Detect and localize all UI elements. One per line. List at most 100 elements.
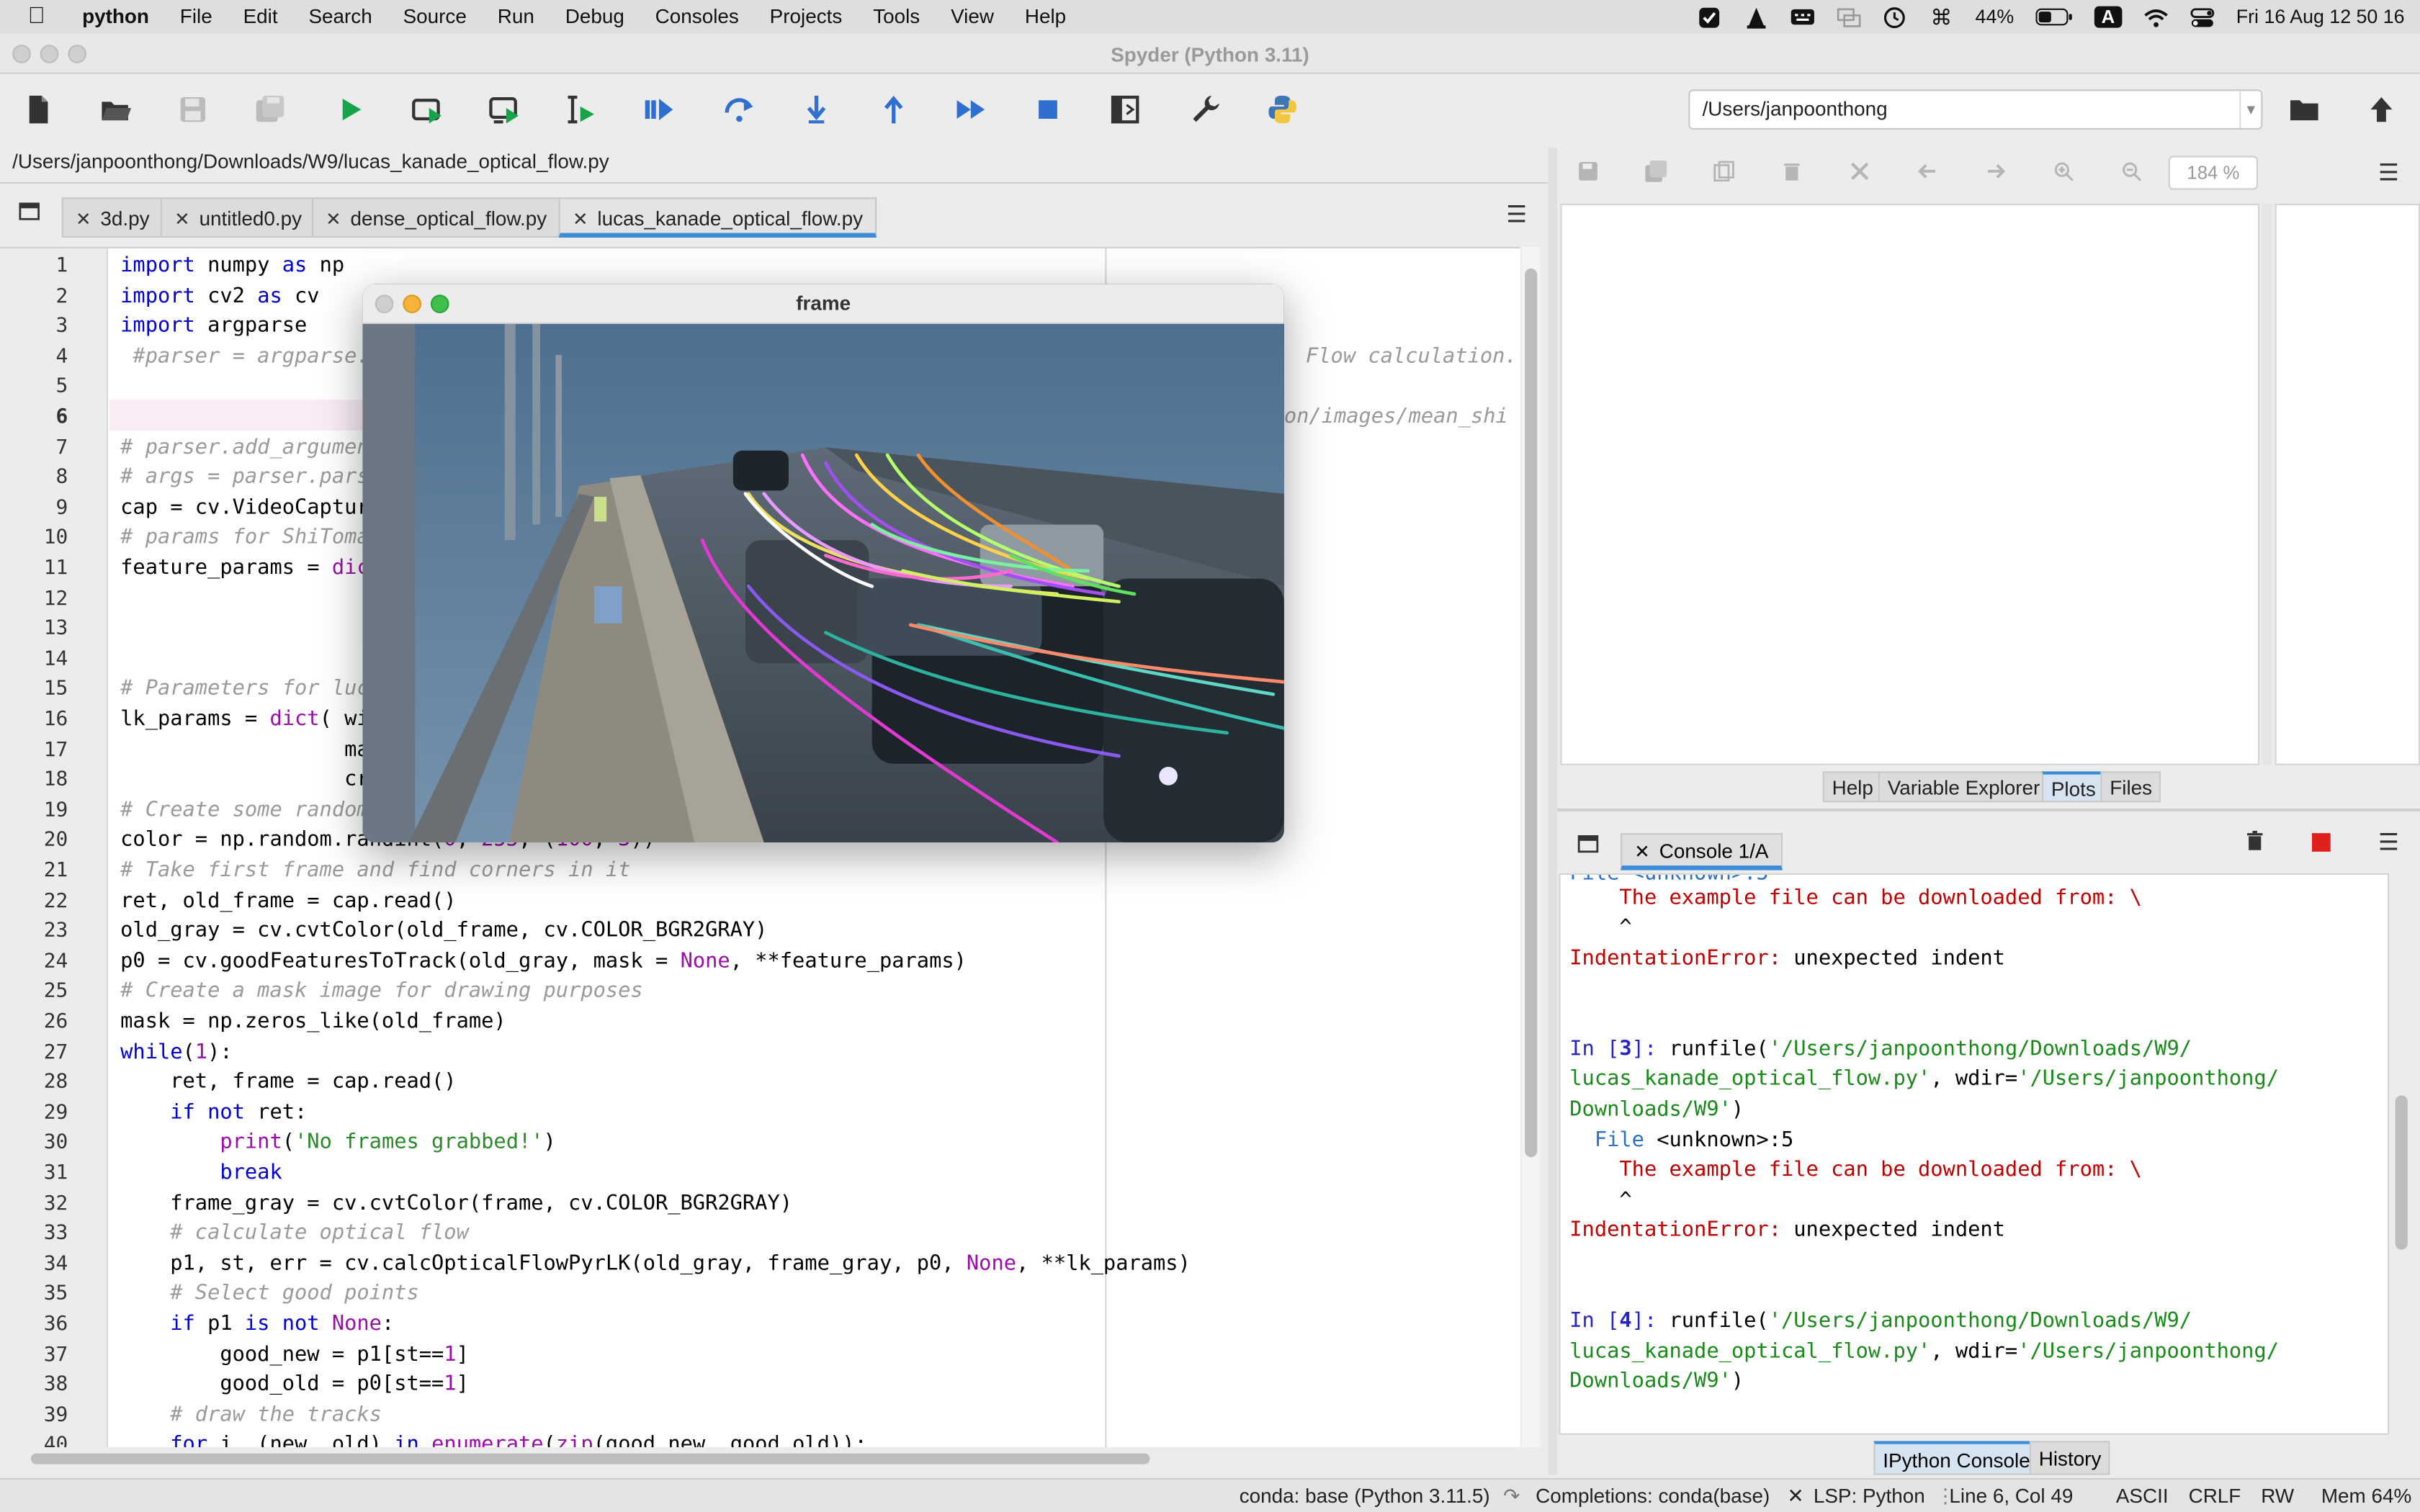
close-tab-icon[interactable]: ✕ [76, 208, 91, 230]
menu-consoles[interactable]: Consoles [640, 0, 754, 34]
menu-search[interactable]: Search [293, 0, 387, 34]
copy-plot-icon[interactable] [1713, 161, 1735, 182]
menu-edit[interactable]: Edit [228, 0, 293, 34]
line-number: 24 [43, 950, 68, 974]
apple-menu-icon[interactable]:  [0, 0, 67, 34]
completions-status[interactable]: Completions: conda(base) [1536, 1484, 1770, 1507]
screen-mirroring-icon[interactable] [1837, 6, 1861, 28]
tab-3d-py[interactable]: ✕ 3d.py [61, 197, 163, 238]
tab-files[interactable]: Files [2100, 771, 2161, 803]
console-options-menu-icon[interactable]: ☰ [2378, 829, 2399, 856]
previous-plot-arrow-icon[interactable] [1917, 161, 1938, 182]
editor-options-menu-icon[interactable]: ☰ [1506, 201, 1527, 228]
splitter-handle[interactable] [1548, 148, 1558, 1475]
divider [0, 181, 1549, 184]
keyboard-icon[interactable] [1790, 6, 1814, 28]
scrollbar-thumb[interactable] [30, 1453, 1150, 1464]
debug-step-return-icon[interactable] [874, 89, 914, 130]
python-path-manager-icon[interactable] [1263, 89, 1303, 130]
tab-dense-optical-flow-py[interactable]: ✕ dense_optical_flow.py [311, 197, 561, 238]
tab-history[interactable]: History [2029, 1441, 2111, 1475]
preferences-wrench-icon[interactable] [1186, 89, 1226, 130]
lsp-status[interactable]: LSP: Python [1814, 1484, 1925, 1507]
frame-zoom-button[interactable] [430, 294, 449, 313]
debug-step-over-icon[interactable] [720, 89, 760, 130]
command-key-icon[interactable]: ⌘ [1929, 4, 1953, 28]
interrupt-kernel-stop-icon[interactable] [2312, 833, 2331, 852]
frame-close-button[interactable] [375, 294, 394, 313]
scrollbar-thumb[interactable] [2395, 1095, 2408, 1250]
menu-source[interactable]: Source [387, 0, 482, 34]
menu-projects[interactable]: Projects [754, 0, 858, 34]
editor-horizontal-scrollbar[interactable] [12, 1449, 1540, 1467]
time-machine-icon[interactable] [1883, 6, 1907, 28]
maximize-pane-icon[interactable] [1105, 89, 1145, 130]
control-center-icon[interactable] [2190, 6, 2215, 28]
new-file-icon[interactable] [19, 89, 59, 130]
next-plot-arrow-icon[interactable] [1985, 161, 2007, 182]
menu-run[interactable]: Run [482, 0, 550, 34]
plots-options-menu-icon[interactable]: ☰ [2378, 159, 2399, 186]
console-scrollbar[interactable] [2390, 873, 2412, 1435]
zoom-level-field[interactable]: 184 % [2168, 156, 2258, 190]
save-all-icon[interactable] [250, 89, 290, 130]
run-file-icon[interactable] [331, 89, 371, 130]
run-selection-icon[interactable] [562, 89, 602, 130]
zoom-out-icon[interactable] [2120, 161, 2142, 182]
debug-continue-icon[interactable] [951, 89, 991, 130]
menu-debug[interactable]: Debug [550, 0, 640, 34]
debug-stop-icon[interactable] [1028, 89, 1068, 130]
save-all-plots-icon[interactable] [1645, 160, 1667, 182]
parent-directory-arrow-icon[interactable] [2362, 89, 2402, 130]
wifi-icon[interactable] [2143, 6, 2168, 28]
browse-folder-icon[interactable] [2284, 89, 2324, 130]
chevron-down-icon[interactable]: ▼ [2239, 91, 2261, 128]
line-number: 31 [43, 1161, 68, 1185]
close-tab-icon[interactable]: ✕ [174, 208, 190, 230]
menu-file[interactable]: File [164, 0, 228, 34]
tab-variable-explorer[interactable]: Variable Explorer [1878, 771, 2050, 803]
splitter-handle[interactable] [2262, 203, 2272, 765]
opencv-frame-window[interactable]: frame [362, 284, 1284, 842]
browse-console-tabs-icon[interactable] [1577, 833, 1599, 853]
line-number: 33 [43, 1222, 68, 1246]
tab-lucas-kanade-optical-flow-py[interactable]: ✕ lucas_kanade_optical_flow.py [558, 197, 877, 238]
menu-view[interactable]: View [936, 0, 1010, 34]
scrollbar-thumb[interactable] [1525, 268, 1538, 1158]
menu-tools[interactable]: Tools [858, 0, 936, 34]
clear-console-trash-icon[interactable] [2244, 830, 2266, 852]
remove-all-plots-icon[interactable] [1849, 161, 1870, 182]
close-tab-icon[interactable]: ✕ [573, 208, 588, 230]
input-source-icon[interactable]: A [2094, 6, 2123, 28]
ipython-console[interactable]: File <unknown>:5 The example file can be… [1559, 873, 2390, 1435]
checkmark-app-icon[interactable] [1698, 6, 1722, 28]
save-file-icon[interactable] [173, 89, 213, 130]
remove-plot-icon[interactable] [1781, 161, 1803, 182]
plot-thumbnails[interactable] [2275, 203, 2420, 765]
plot-canvas[interactable] [1560, 203, 2260, 765]
tab-ipython-console[interactable]: IPython Console [1873, 1441, 2040, 1475]
conda-env-status[interactable]: conda: base (Python 3.11.5) [1240, 1484, 1490, 1507]
close-tab-icon[interactable]: ✕ [1634, 841, 1650, 863]
debug-step-into-icon[interactable] [797, 89, 837, 130]
tab-console-1a[interactable]: ✕ Console 1/A [1621, 833, 1783, 870]
browse-tabs-icon[interactable] [19, 201, 40, 220]
open-file-icon[interactable] [96, 89, 136, 130]
editor-vertical-scrollbar[interactable] [1521, 246, 1541, 1447]
tab-help[interactable]: Help [1822, 771, 1883, 803]
vlc-cone-icon[interactable] [1744, 6, 1768, 28]
frame-minimize-button[interactable] [403, 294, 421, 313]
run-cell-icon[interactable] [408, 89, 448, 130]
clock[interactable]: Fri 16 Aug 12 50 16 [2236, 6, 2405, 28]
battery-icon[interactable] [2035, 6, 2072, 28]
working-directory-combo[interactable]: /Users/janpoonthong ▼ [1688, 89, 2263, 130]
zoom-in-icon[interactable] [2053, 161, 2074, 182]
tab-untitled0-py[interactable]: ✕ untitled0.py [160, 197, 316, 238]
tab-plots[interactable]: Plots [2042, 771, 2105, 803]
menu-help[interactable]: Help [1009, 0, 1081, 34]
menu-app-python[interactable]: python [67, 0, 165, 34]
close-tab-icon[interactable]: ✕ [326, 208, 341, 230]
save-plot-icon[interactable] [1577, 161, 1599, 182]
debug-file-icon[interactable] [639, 89, 679, 130]
run-cell-advance-icon[interactable] [485, 89, 525, 130]
